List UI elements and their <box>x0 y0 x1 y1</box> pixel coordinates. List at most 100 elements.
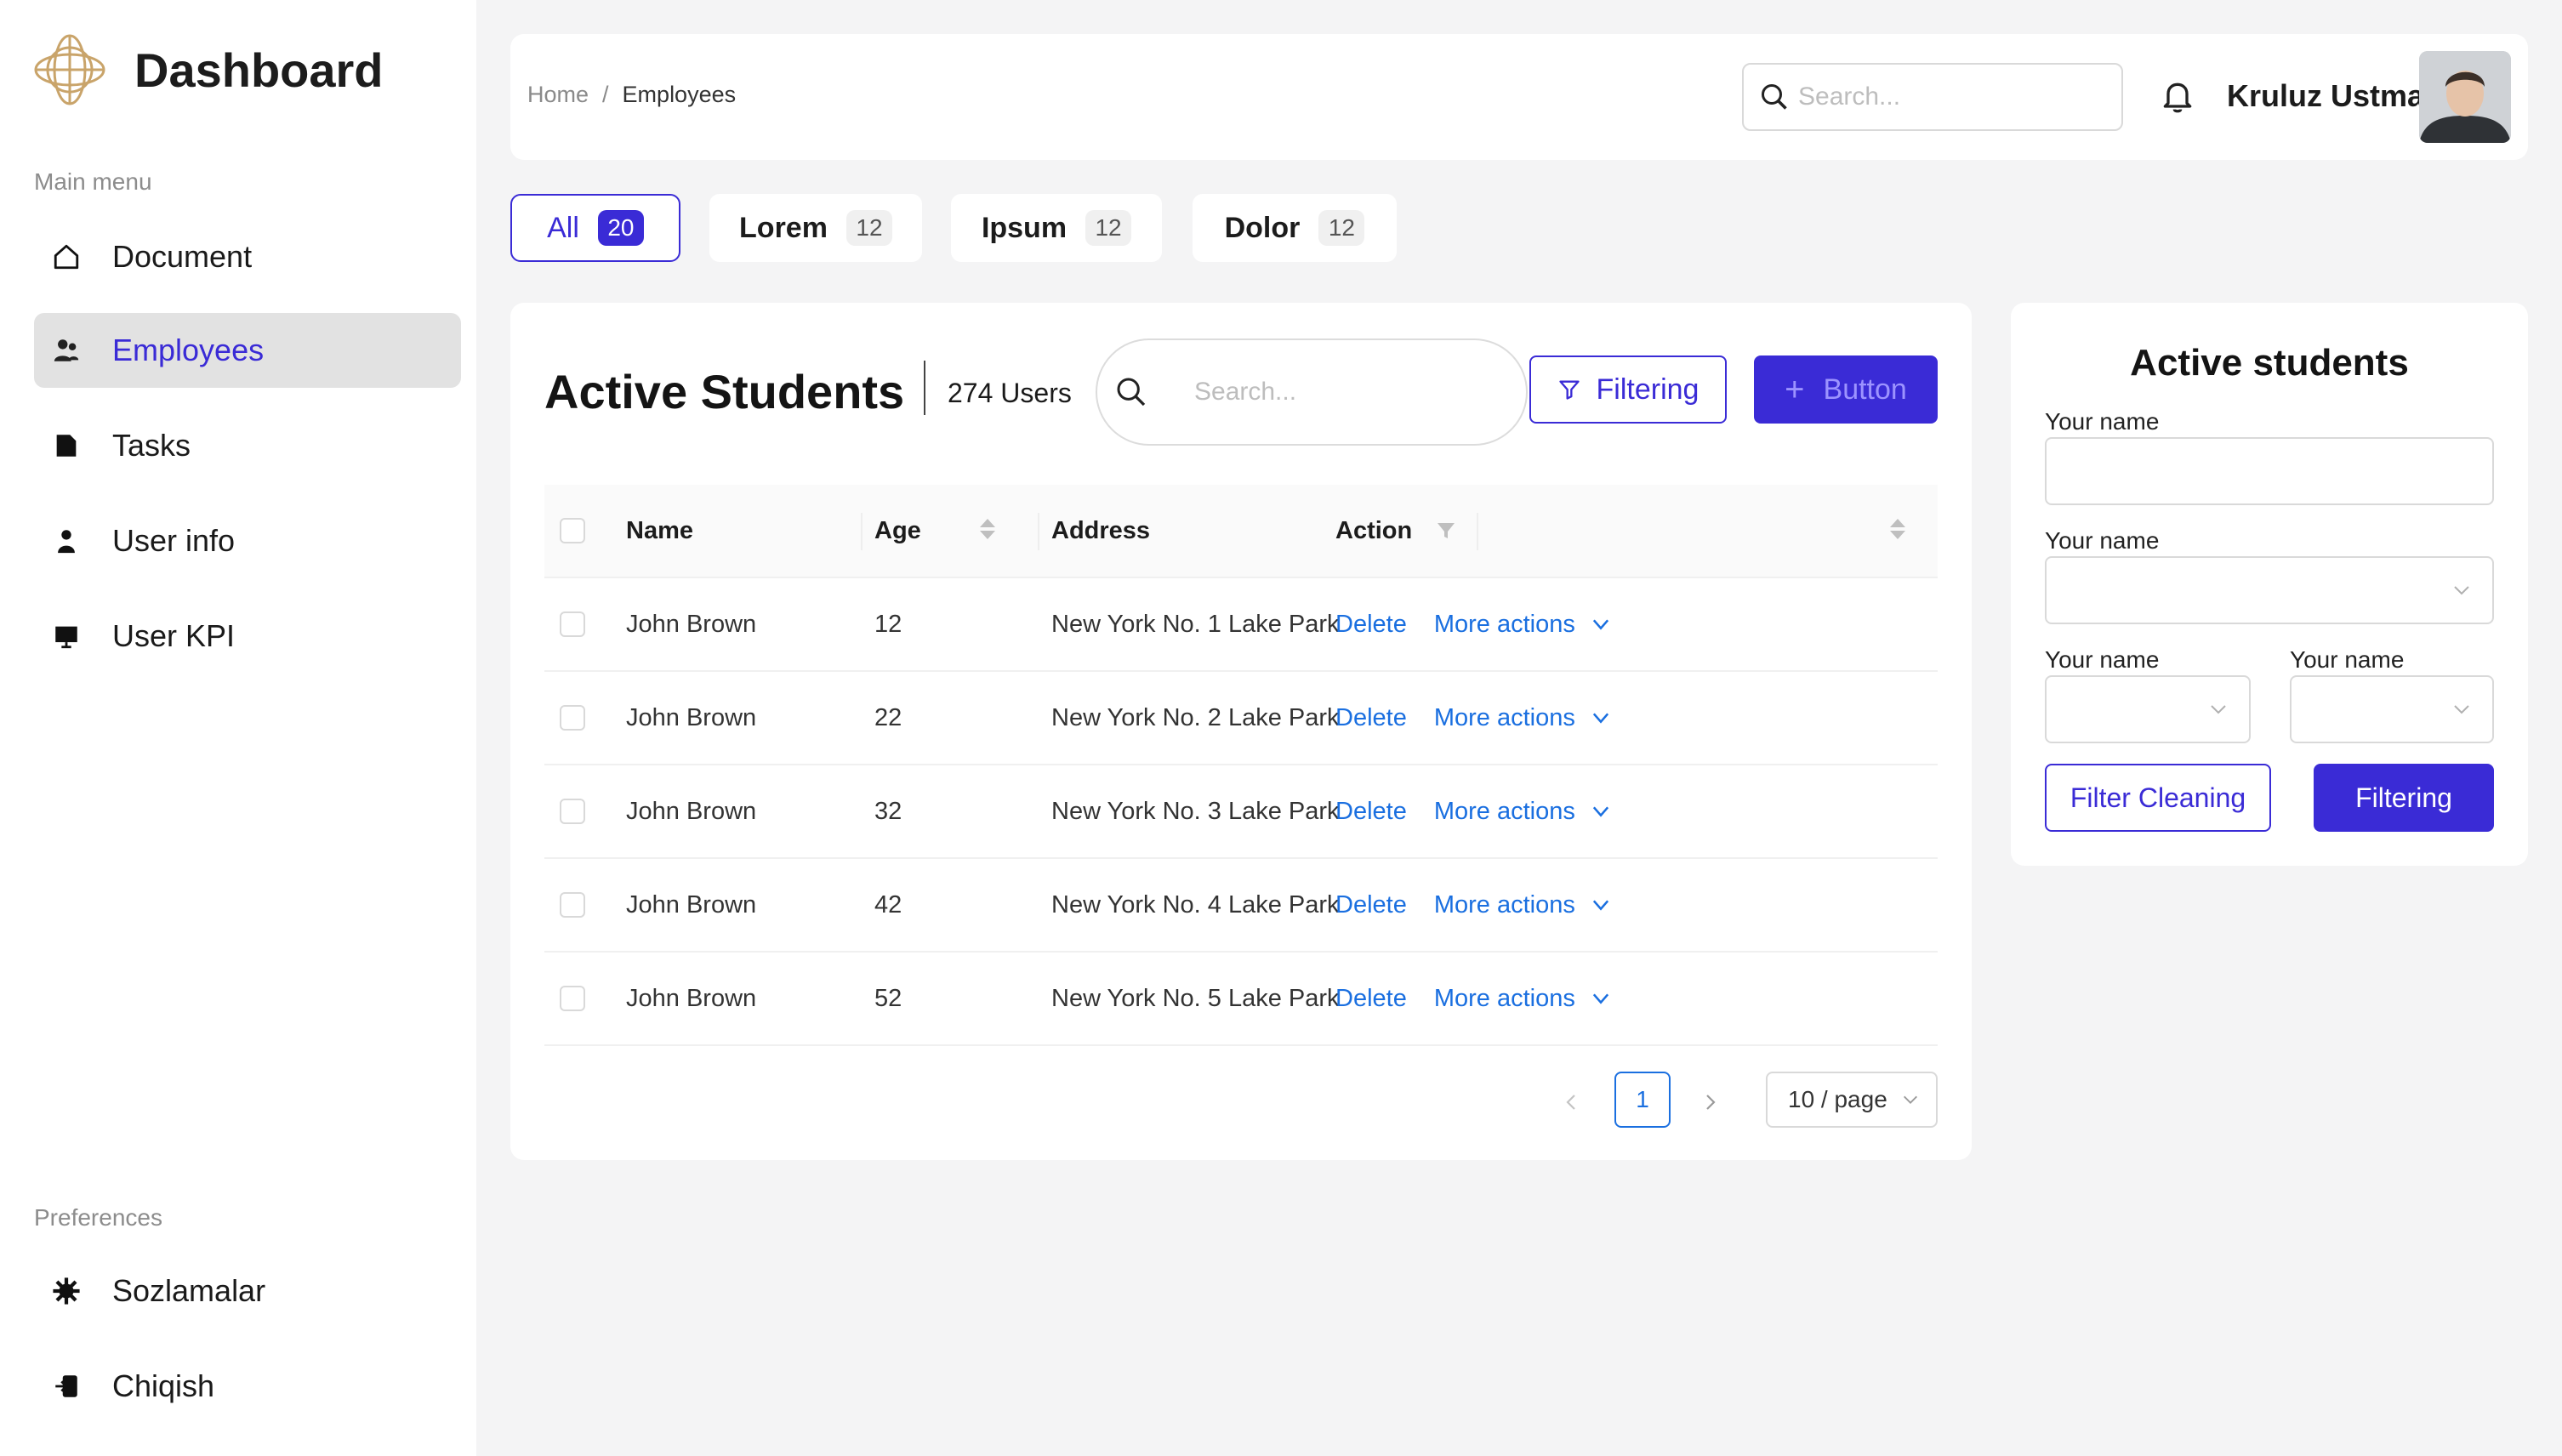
tab-count-badge: 12 <box>1318 210 1365 246</box>
filter-icon[interactable] <box>1436 520 1456 541</box>
row-checkbox[interactable] <box>560 611 585 637</box>
delete-link[interactable]: Delete <box>1335 985 1407 1013</box>
sort-icon[interactable] <box>1890 519 1905 539</box>
more-actions-link[interactable]: More actions <box>1434 891 1575 919</box>
row-checkbox[interactable] <box>560 705 585 731</box>
sidebar-item-tasks[interactable]: Tasks <box>34 408 461 483</box>
filter-panel: Active students Your name Your name Your… <box>2011 303 2528 866</box>
sidebar-item-label: User KPI <box>112 618 236 653</box>
more-actions-link[interactable]: More actions <box>1434 985 1575 1013</box>
more-actions-link[interactable]: More actions <box>1434 611 1575 639</box>
tab-lorem[interactable]: Lorem 12 <box>709 194 922 262</box>
column-header-name[interactable]: Name <box>626 517 693 545</box>
tab-all[interactable]: All 20 <box>510 194 680 262</box>
column-divider <box>1477 513 1478 550</box>
column-header-age[interactable]: Age <box>874 517 921 545</box>
filtering-button[interactable]: Filtering <box>1529 355 1727 424</box>
students-card: Active Students 274 Users Filtering + Bu… <box>510 303 1972 1160</box>
logo-icon <box>34 34 105 105</box>
sidebar-item-user-kpi[interactable]: User KPI <box>34 599 461 674</box>
bell-icon[interactable] <box>2159 78 2196 116</box>
chevron-down-icon[interactable] <box>1589 799 1613 823</box>
chevron-down-icon <box>1903 1095 1917 1104</box>
home-icon <box>51 242 82 272</box>
chevron-down-icon[interactable] <box>1589 706 1613 730</box>
delete-link[interactable]: Delete <box>1335 891 1407 919</box>
column-divider <box>1038 513 1039 550</box>
chevron-down-icon <box>2211 705 2226 714</box>
row-checkbox[interactable] <box>560 799 585 824</box>
delete-link[interactable]: Delete <box>1335 611 1407 639</box>
header-search-input[interactable] <box>1798 82 2104 111</box>
title-divider <box>924 361 925 415</box>
select-all-checkbox[interactable] <box>560 518 585 543</box>
name-text-field[interactable] <box>2045 437 2494 505</box>
name-select-field[interactable] <box>2045 556 2494 624</box>
filter-icon <box>1558 380 1580 400</box>
sidebar-item-label: Document <box>112 239 253 274</box>
tab-ipsum[interactable]: Ipsum 12 <box>951 194 1162 262</box>
sidebar-item-user-info[interactable]: User info <box>34 503 461 578</box>
pagination-next-icon[interactable] <box>1699 1092 1720 1112</box>
header-search[interactable] <box>1742 63 2123 131</box>
name-select-field[interactable] <box>2290 675 2494 743</box>
tab-label: Ipsum <box>981 211 1068 244</box>
more-actions-link[interactable]: More actions <box>1434 704 1575 732</box>
row-checkbox[interactable] <box>560 892 585 918</box>
brand-title: Dashboard <box>134 43 384 97</box>
cell-name: John Brown <box>626 797 757 825</box>
field-label: Your name <box>2045 646 2160 673</box>
sidebar-item-sozlamalar[interactable]: Sozlamalar <box>34 1254 461 1328</box>
tasks-icon <box>51 430 82 461</box>
sidebar-item-label: Chiqish <box>112 1368 215 1403</box>
user-count: 274 Users <box>948 378 1072 408</box>
gear-icon <box>51 1276 82 1306</box>
user-name[interactable]: Kruluz Ustman <box>2227 78 2443 114</box>
sort-icon[interactable] <box>980 519 995 539</box>
delete-link[interactable]: Delete <box>1335 704 1407 732</box>
cell-address: New York No. 1 Lake Park <box>1051 610 1340 638</box>
cell-name: John Brown <box>626 984 757 1012</box>
breadcrumb-current: Employees <box>622 82 737 107</box>
students-table: Name Age Address Action John Brown 12 Ne… <box>544 485 1938 1046</box>
table-row: John Brown 22 New York No. 2 Lake Park D… <box>544 672 1938 765</box>
cell-age: 52 <box>874 984 902 1012</box>
row-checkbox[interactable] <box>560 986 585 1011</box>
breadcrumb-separator: / <box>602 82 609 107</box>
apply-filtering-button[interactable]: Filtering <box>2314 764 2494 832</box>
sidebar-item-document[interactable]: Document <box>34 219 461 294</box>
tab-label: Dolor <box>1224 211 1301 244</box>
sidebar-item-label: Sozlamalar <box>112 1273 266 1308</box>
chevron-down-icon <box>2454 586 2469 595</box>
more-actions-link[interactable]: More actions <box>1434 798 1575 826</box>
users-icon <box>51 335 82 366</box>
plus-icon: + <box>1785 370 1805 408</box>
cell-action: Delete More actions <box>1335 985 1613 1013</box>
table-row: John Brown 12 New York No. 1 Lake Park D… <box>544 578 1938 672</box>
primary-button[interactable]: + Button <box>1754 355 1938 424</box>
table-search-input[interactable] <box>1194 378 1449 407</box>
cell-name: John Brown <box>626 703 757 731</box>
page-size-select[interactable]: 10 / page <box>1766 1072 1938 1128</box>
user-icon <box>51 526 82 556</box>
breadcrumb-home[interactable]: Home <box>527 82 589 108</box>
sidebar-item-label: User info <box>112 523 236 558</box>
tab-dolor[interactable]: Dolor 12 <box>1193 194 1397 262</box>
column-header-address[interactable]: Address <box>1051 517 1150 545</box>
pagination-prev-icon[interactable] <box>1562 1092 1582 1112</box>
sidebar-item-chiqish[interactable]: Chiqish <box>34 1349 461 1424</box>
brand[interactable]: Dashboard <box>32 32 384 107</box>
chevron-down-icon[interactable] <box>1589 987 1613 1010</box>
delete-link[interactable]: Delete <box>1335 798 1407 826</box>
name-select-field[interactable] <box>2045 675 2251 743</box>
chevron-down-icon[interactable] <box>1589 893 1613 917</box>
table-search[interactable] <box>1096 338 1528 446</box>
sidebar-item-employees[interactable]: Employees <box>34 313 461 388</box>
avatar[interactable] <box>2419 51 2511 143</box>
cell-age: 32 <box>874 797 902 825</box>
chevron-down-icon[interactable] <box>1589 612 1613 636</box>
chevron-down-icon <box>2454 705 2469 714</box>
filter-cleaning-button[interactable]: Filter Cleaning <box>2045 764 2271 832</box>
filtering-button-label: Filtering <box>1596 373 1699 406</box>
pagination-page-1[interactable]: 1 <box>1614 1072 1671 1128</box>
